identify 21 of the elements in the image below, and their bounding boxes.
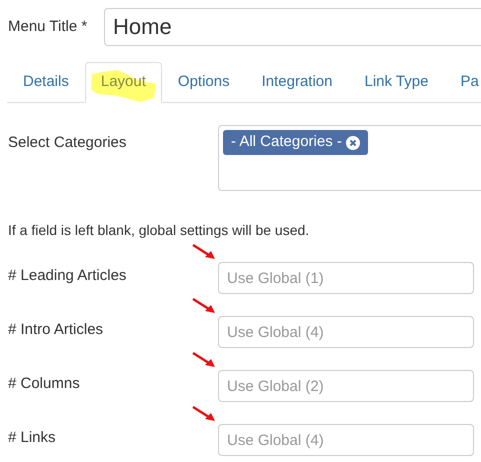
tab[interactable]: Link Type	[348, 62, 444, 103]
tab[interactable]: Pa	[444, 62, 481, 103]
field-label: # Intro Articles	[8, 320, 104, 340]
remove-icon[interactable]	[346, 136, 360, 150]
help-text: If a field is left blank, global settings will be used.	[7, 221, 310, 240]
number-field[interactable]: Use Global (1)	[218, 262, 474, 294]
field-label: # Columns	[8, 374, 81, 394]
tab[interactable]: Layout	[84, 62, 162, 103]
field-label: Menu Title *	[8, 16, 88, 37]
number-field[interactable]: Use Global (4)	[218, 424, 474, 456]
tab[interactable]: Integration	[246, 62, 348, 103]
field-label: Select Categories	[8, 133, 128, 153]
category-select[interactable]: - All Categories -	[218, 125, 481, 191]
title-field[interactable]: Home	[104, 8, 481, 46]
tab[interactable]: Details	[7, 62, 85, 103]
category-tag: - All Categories -	[223, 130, 368, 155]
tab[interactable]: Options	[162, 62, 246, 103]
field-label: # Links	[8, 428, 57, 448]
number-field[interactable]: Use Global (2)	[218, 370, 474, 402]
number-field[interactable]: Use Global (4)	[218, 316, 474, 348]
field-label: # Leading Articles	[8, 266, 128, 286]
